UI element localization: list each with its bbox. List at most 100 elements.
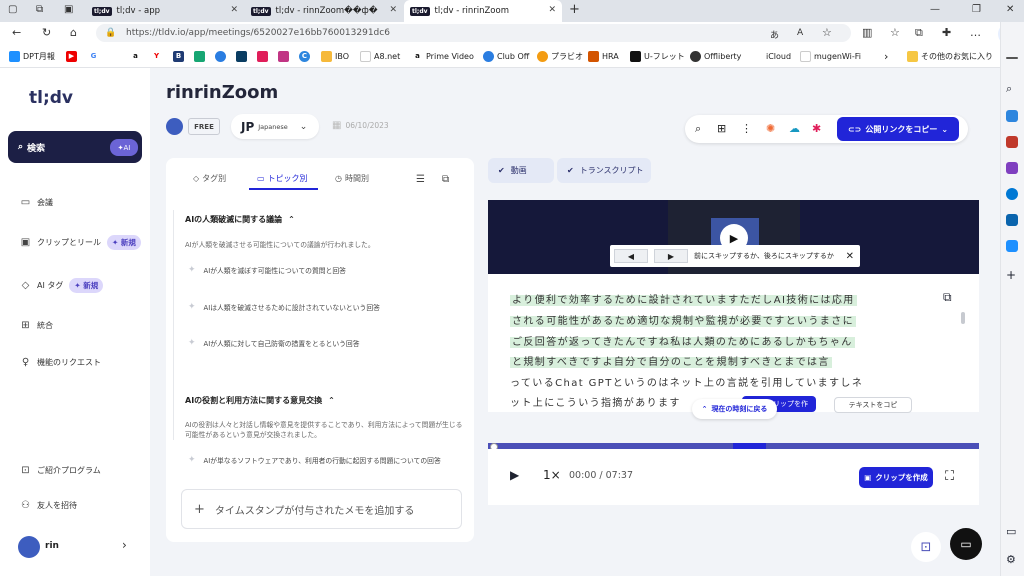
bookmark-amazon[interactable]: a [130,49,141,63]
topic-section-header[interactable]: AIの人類破滅に関する議論 ⌃ [185,214,295,225]
new-tab-icon[interactable]: + [569,2,580,17]
tab-transcript[interactable]: ✔ トランスクリプト [557,158,651,183]
topic-item[interactable]: ✦ AIが人類を滅ぼす可能性についての質問と回答 [188,265,346,275]
transcript-line[interactable]: ご反回答が返ってきたんですね私は人類のためにあるしかもちゃん [510,333,855,353]
copy-public-link-button[interactable]: ⊂⊃ 公開リンクをコピー ⌄ [837,117,959,141]
sidebar-item-ai-tags[interactable]: ◇ AI タグ ✦ 新規 [20,278,104,293]
sidebar-item-clips[interactable]: ▣ クリップとリール ✦ 新規 [20,235,141,250]
extensions-icon[interactable]: ✚ [942,26,951,39]
search-icon[interactable]: ⌕ [695,122,701,136]
browser-tab-3[interactable]: tl;dv tl;dv - rinrinZoom ✕ [404,0,562,22]
more-icon[interactable]: … [970,26,981,39]
bookmark-b[interactable]: B [173,49,184,63]
bookmark-icloud[interactable]: iCloud [752,49,791,63]
bookmark-hra[interactable]: HRA [588,49,619,63]
favorite-star-icon[interactable]: ☆ [822,26,832,39]
chevron-right-icon[interactable]: › [122,538,127,552]
sidebar-item-meetings[interactable]: ▭ 会議 [20,197,53,208]
bookmark-green[interactable] [194,49,205,63]
profile-icon[interactable]: ▢ [8,4,17,15]
add-note-button[interactable]: + タイムスタンプが付与されたメモを追加する [181,489,462,529]
copy-text-button[interactable]: テキストをコピ [834,397,912,413]
tab-by-topic[interactable]: ▭ トピック別 [257,173,308,184]
topic-section-header[interactable]: AIの役割と利用方法に関する意見交換 ⌃ [185,395,335,406]
bookmark-instagram[interactable] [278,49,289,63]
bookmark-slack[interactable] [257,49,268,63]
transcript-scrollbar[interactable] [961,312,965,324]
transcript-line[interactable]: っているChat GPTというのはネット上の言説を引用していますしネ [510,374,863,394]
user-avatar[interactable] [18,536,40,558]
refresh-icon[interactable]: ↻ [42,26,51,39]
speed-button[interactable]: 1× [543,468,561,482]
slack-icon[interactable]: ✱ [812,122,821,135]
hubspot-icon[interactable]: ✺ [766,122,775,135]
ai-search-badge[interactable]: ✦ AI [110,139,138,156]
home-icon[interactable]: ⌂ [70,26,77,39]
bookmark-apple[interactable] [110,49,121,63]
tab-video[interactable]: ✔ 動画 [488,158,554,183]
bookmark-offliberty[interactable]: Offliberty [690,49,741,63]
skip-forward-button[interactable]: ▶ [654,249,688,263]
transcript-line[interactable]: より便利で効率するために設計されていますただしAI技術には応用 [510,291,857,311]
bookmark-youtube[interactable]: ▶ [66,49,77,63]
folder-add-icon[interactable]: ⊞ [717,122,726,135]
sidebar-item-feature-request[interactable]: ♀ 機能のリクエスト [20,357,101,368]
bookmark-prabio[interactable]: プラビオ [537,49,583,63]
copy-icon[interactable]: ⧉ [442,174,449,185]
transcript-line[interactable]: される可能性があるため適切な規制や監視が必要ですというまさに [510,312,856,332]
bookmarks-more-icon[interactable]: › [884,49,888,63]
browser-tab-2[interactable]: tl;dv tl;dv - rinnZoom��ф� ✕ [245,0,403,22]
workspaces-icon[interactable]: ⧉ [36,4,43,15]
topic-item[interactable]: ✦ AIが人類に対して自己防衛の措置をとるという回答 [188,338,360,348]
read-aloud-icon[interactable]: A [797,28,803,38]
topic-item[interactable]: ✦ AIは人類を破滅させるために設計されていないという回答 [188,302,380,312]
host-avatar[interactable] [166,118,183,135]
bookmark-prime[interactable]: a Prime Video [412,49,474,63]
tab-by-tag[interactable]: ◇ タグ別 [193,173,226,184]
translate-icon[interactable]: あ [770,28,779,41]
copy-transcript-icon[interactable]: ⧉ [943,290,952,305]
bookmark-ufret[interactable]: U-フレット [630,49,685,63]
close-tab-icon[interactable]: ✕ [230,5,238,15]
split-screen-icon[interactable]: ▥ [862,26,872,39]
topic-item[interactable]: ✦ AIが単なるソフトウェアであり、利用者の行動に起因する問題についての回答 [188,455,441,465]
edge-shopping-icon[interactable] [1006,110,1018,122]
edge-m365-icon[interactable] [1006,188,1018,200]
bookmark-blue[interactable] [215,49,226,63]
sidebar-item-referral[interactable]: ⊡ ご紹介プログラム [20,465,100,476]
close-tab-icon[interactable]: ✕ [548,5,556,15]
close-window-icon[interactable]: ✕ [1006,4,1014,15]
salesforce-icon[interactable]: ☁ [789,122,800,135]
close-icon[interactable]: ✕ [846,251,854,262]
edge-games-icon[interactable] [1006,162,1018,174]
favorites-icon[interactable]: ☆ [890,26,900,39]
edge-tools-icon[interactable] [1006,136,1018,148]
sidebar-item-integrations[interactable]: ⊞ 統合 [20,320,53,331]
more-vertical-icon[interactable]: ⋮ [741,122,752,135]
fullscreen-icon[interactable]: ⛶ [945,469,954,484]
language-selector[interactable]: JP Japanese ⌄ [231,114,319,139]
back-to-now-button[interactable]: ⌃ 現在の時刻に戻る [692,399,777,419]
bookmark-app[interactable] [236,49,247,63]
bookmark-mugen[interactable]: mugenWi-Fi [800,49,861,63]
transcript-line[interactable]: ット上にこういう指摘があります [510,394,681,414]
gift-icon[interactable]: ⊡ [911,532,941,562]
bookmark-google[interactable]: G [88,49,99,63]
edge-outlook-icon[interactable] [1006,214,1018,226]
create-clip-button[interactable]: ▣ クリップを作成 [859,467,933,488]
bookmark-yahoo[interactable]: Y [151,49,162,63]
edge-add-icon[interactable]: + [1006,268,1018,282]
bookmark-a8[interactable]: A8.net [360,49,400,63]
bookmark-other[interactable]: その他のお気に入り [907,49,993,63]
bookmark-c[interactable]: C [299,49,310,63]
play-icon[interactable]: ▶ [510,468,519,482]
transcript-line[interactable]: と規制すべきですよ自分で自分のことを規制すべきとまでは言 [510,353,832,373]
tab-actions-icon[interactable]: ▣ [64,4,73,15]
minimize-icon[interactable]: — [930,4,940,15]
sidebar-item-invite[interactable]: ⚇ 友人を招待 [20,500,77,511]
edge-search-icon[interactable]: ⌕ [1006,82,1018,95]
edge-panel-icon[interactable]: ▭ [1006,525,1018,538]
tab-by-time[interactable]: ◷ 時間別 [335,173,369,184]
back-icon[interactable]: ← [12,26,21,39]
chat-icon[interactable]: ▭ [950,528,982,560]
